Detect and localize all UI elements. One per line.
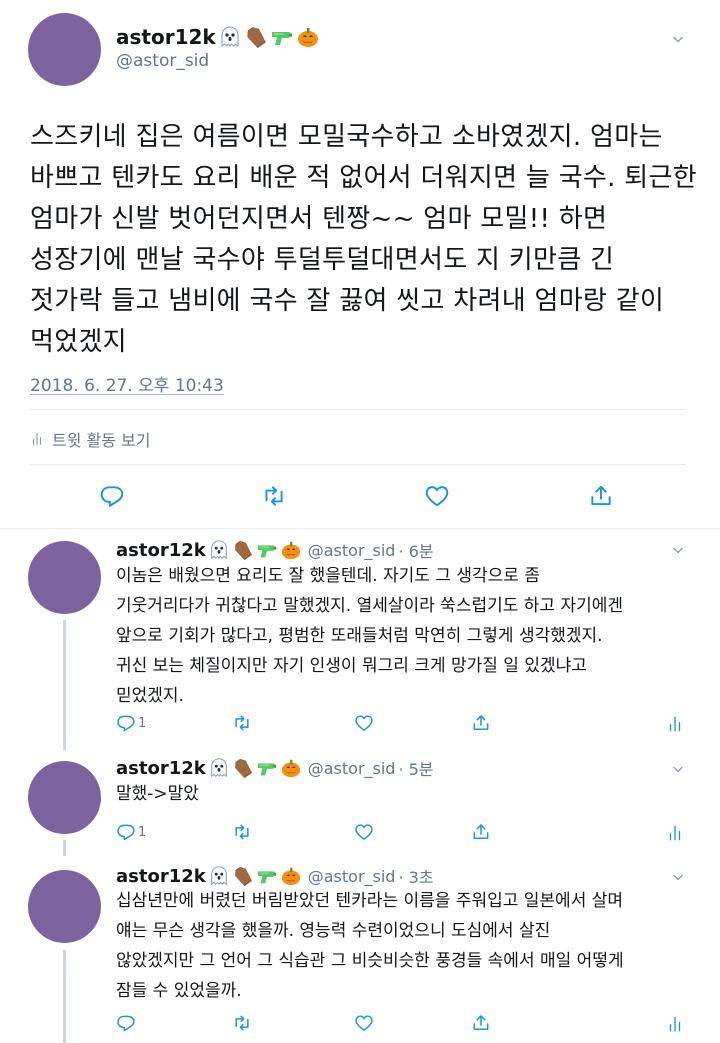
tweet-line: 젓가락 들고 냄비에 국수 잘 끓여 씻고 차려내 엄마랑 같이 bbox=[30, 286, 665, 316]
like-icon[interactable] bbox=[424, 483, 450, 509]
tweet-activity-link[interactable]: 트윗 활동 보기 bbox=[30, 427, 151, 451]
jack-o-lantern-emoji-icon bbox=[280, 865, 302, 887]
reply-time[interactable]: · 6분 bbox=[398, 538, 433, 562]
water-pistol-emoji-icon bbox=[256, 757, 278, 779]
user-handle: @astor_sid bbox=[307, 758, 396, 778]
divider bbox=[30, 464, 686, 465]
divider bbox=[30, 409, 686, 410]
user-handle: @astor_sid bbox=[307, 540, 396, 560]
thread-line bbox=[63, 620, 66, 750]
like-icon[interactable] bbox=[354, 1013, 374, 1033]
like-icon[interactable] bbox=[354, 822, 374, 842]
reply-count: 1 bbox=[138, 824, 147, 840]
jack-o-lantern-emoji-icon bbox=[280, 757, 302, 779]
coffin-emoji-icon bbox=[232, 865, 254, 887]
tweet-line: 엄마가 신발 벗어던지면서 텐짱~~ 엄마 모밀!! 하면 bbox=[30, 204, 608, 234]
retweet-icon[interactable] bbox=[261, 483, 287, 509]
ghost-emoji-icon bbox=[218, 25, 242, 49]
reply-line: 말했->말았 bbox=[116, 784, 199, 804]
author-header[interactable]: astor12k bbox=[116, 22, 320, 52]
retweet-icon[interactable] bbox=[232, 713, 252, 733]
avatar[interactable] bbox=[28, 761, 101, 834]
reply-line: 기웃거리다가 귀찮다고 말했겠지. 열세살이라 쑥스럽기도 하고 자기에겐 bbox=[116, 596, 624, 616]
section-divider bbox=[0, 528, 720, 529]
coffin-emoji-icon bbox=[232, 757, 254, 779]
tweet-line: 먹었겠지 bbox=[30, 327, 127, 357]
user-handle[interactable]: @astor_sid bbox=[116, 50, 209, 72]
water-pistol-emoji-icon bbox=[270, 25, 294, 49]
reply-line: 않았겠지만 그 언어 그 식습관 그 비슷비슷한 풍경들 속에서 매일 어떻게 bbox=[116, 951, 624, 971]
reply-line: 십삼년만에 버렸던 버림받았던 텐카라는 이름을 주워입고 일본에서 살며 bbox=[116, 891, 624, 911]
coffin-emoji-icon bbox=[244, 25, 268, 49]
analytics-icon[interactable] bbox=[666, 1015, 684, 1033]
avatar[interactable] bbox=[28, 870, 101, 943]
ghost-emoji-icon bbox=[208, 757, 230, 779]
reply-text: 십삼년만에 버렸던 버림받았던 텐카라는 이름을 주워입고 일본에서 살며 얘는… bbox=[116, 886, 624, 1006]
reply-line: 이놈은 배웠으면 요리도 잘 했을텐데. 자기도 그 생각으로 좀 bbox=[116, 566, 540, 586]
reply-line: 앞으로 기회가 많다고, 평범한 또래들처럼 막연히 그렇게 생각했겠지. bbox=[116, 626, 603, 646]
tweet-line: 바쁘고 텐카도 요리 배운 적 없어서 더워지면 늘 국수. 퇴근한 bbox=[30, 163, 697, 193]
name-emojis bbox=[208, 865, 302, 887]
reply-header[interactable]: astor12k @astor_sid · 3초 bbox=[116, 864, 434, 888]
name-emojis bbox=[208, 757, 302, 779]
avatar[interactable] bbox=[28, 541, 101, 614]
display-name: astor12k bbox=[116, 865, 206, 887]
share-icon[interactable] bbox=[471, 822, 491, 842]
reply-line: 귀신 보는 체질이지만 자기 인생이 뭐그리 크게 망가질 일 있겠냐고 bbox=[116, 656, 587, 676]
reply-action[interactable]: 1 bbox=[116, 822, 146, 842]
avatar[interactable] bbox=[28, 13, 101, 86]
analytics-icon bbox=[30, 432, 44, 446]
reply-icon[interactable] bbox=[99, 483, 125, 509]
reply-line: 믿었겠지. bbox=[116, 686, 184, 706]
tweet-activity-label: 트윗 활동 보기 bbox=[52, 431, 151, 450]
retweet-icon[interactable] bbox=[232, 822, 252, 842]
like-icon[interactable] bbox=[354, 713, 374, 733]
water-pistol-emoji-icon bbox=[256, 539, 278, 561]
thread-line bbox=[63, 950, 66, 1043]
chevron-down-icon[interactable] bbox=[672, 763, 684, 775]
reply-line: 잠들 수 있었을까. bbox=[116, 981, 242, 1001]
share-icon[interactable] bbox=[588, 483, 614, 509]
user-handle: @astor_sid bbox=[307, 866, 396, 886]
reply-text: 이놈은 배웠으면 요리도 잘 했을텐데. 자기도 그 생각으로 좀 기웃거리다가… bbox=[116, 561, 623, 711]
tweet-line: 성장기에 맨날 국수야 투덜투덜대면서도 지 키만큼 긴 bbox=[30, 245, 615, 275]
reply-time[interactable]: · 3초 bbox=[398, 864, 433, 888]
reply-line: 얘는 무슨 생각을 했을까. 영능력 수련이었으니 도심에서 살진 bbox=[116, 921, 551, 941]
share-icon[interactable] bbox=[471, 1013, 491, 1033]
reply-header[interactable]: astor12k @astor_sid · 5분 bbox=[116, 756, 434, 780]
water-pistol-emoji-icon bbox=[256, 865, 278, 887]
share-icon[interactable] bbox=[471, 713, 491, 733]
reply-icon bbox=[116, 1013, 136, 1033]
reply-action[interactable]: 1 bbox=[116, 713, 146, 733]
analytics-icon[interactable] bbox=[666, 715, 684, 733]
tweet-timestamp[interactable]: 2018. 6. 27. 오후 10:43 bbox=[30, 371, 224, 396]
reply-action[interactable] bbox=[116, 1013, 138, 1033]
retweet-icon[interactable] bbox=[232, 1013, 252, 1033]
coffin-emoji-icon bbox=[232, 539, 254, 561]
reply-header[interactable]: astor12k @astor_sid · 6분 bbox=[116, 538, 434, 562]
chevron-down-icon[interactable] bbox=[672, 33, 684, 45]
reply-icon bbox=[116, 822, 136, 842]
jack-o-lantern-emoji-icon bbox=[296, 25, 320, 49]
tweet-line: 스즈키네 집은 여름이면 모밀국수하고 소바였겠지. 엄마는 bbox=[30, 122, 663, 152]
display-name: astor12k bbox=[116, 539, 206, 561]
reply-count: 1 bbox=[138, 715, 147, 731]
analytics-icon[interactable] bbox=[666, 824, 684, 842]
reply-icon bbox=[116, 713, 136, 733]
name-emojis bbox=[208, 539, 302, 561]
chevron-down-icon[interactable] bbox=[672, 871, 684, 883]
reply-time[interactable]: · 5분 bbox=[398, 756, 433, 780]
chevron-down-icon[interactable] bbox=[672, 544, 684, 556]
ghost-emoji-icon bbox=[208, 865, 230, 887]
thread-line bbox=[63, 840, 66, 856]
display-name: astor12k bbox=[116, 25, 216, 49]
tweet-text: 스즈키네 집은 여름이면 모밀국수하고 소바였겠지. 엄마는 바쁘고 텐카도 요… bbox=[30, 117, 697, 363]
jack-o-lantern-emoji-icon bbox=[280, 539, 302, 561]
display-name: astor12k bbox=[116, 757, 206, 779]
ghost-emoji-icon bbox=[208, 539, 230, 561]
reply-text: 말했->말았 bbox=[116, 779, 199, 809]
name-emojis bbox=[218, 25, 320, 49]
